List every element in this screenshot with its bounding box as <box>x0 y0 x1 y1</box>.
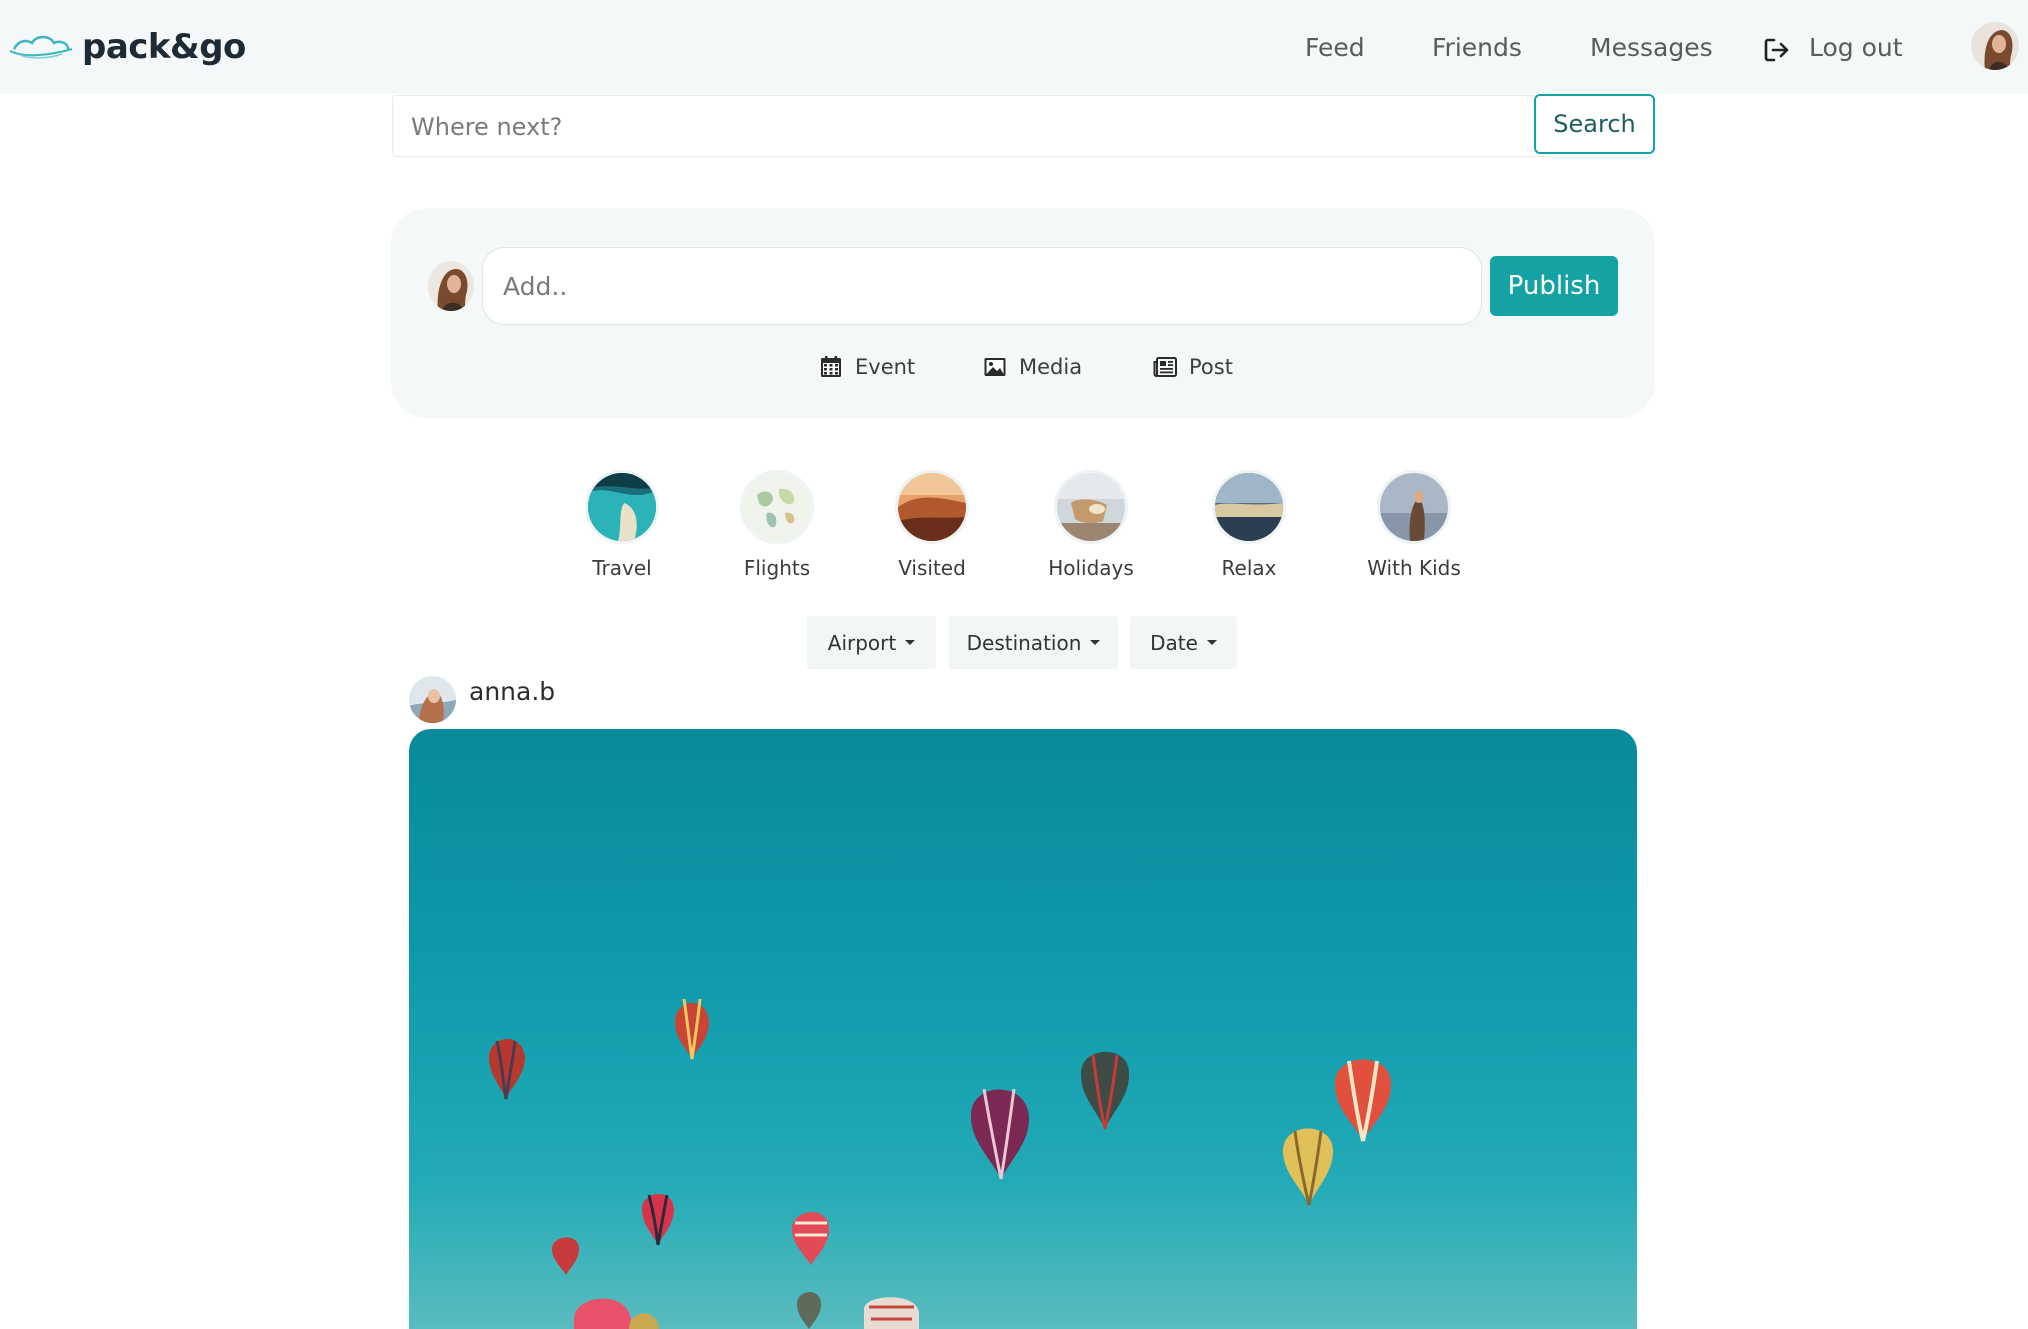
search-input[interactable] <box>393 96 1553 158</box>
balloon <box>642 1193 674 1246</box>
balloon <box>864 1297 919 1329</box>
balloon <box>489 1038 525 1100</box>
image-icon <box>984 358 1006 376</box>
caret-down-icon <box>905 640 916 645</box>
filter-date[interactable]: Date <box>1130 616 1237 669</box>
brand[interactable]: pack&go <box>8 22 246 72</box>
relax-thumbnail-icon <box>1212 470 1286 544</box>
logout-icon[interactable] <box>1763 36 1791 64</box>
avatar-photo-icon <box>428 261 474 311</box>
balloon <box>1080 1051 1130 1130</box>
balloon <box>574 1298 631 1329</box>
category-label: Travel <box>592 556 652 580</box>
category-flights[interactable]: Flights <box>707 470 847 580</box>
user-avatar[interactable] <box>1971 22 2019 70</box>
category-label: Flights <box>743 556 811 580</box>
filter-destination[interactable]: Destination <box>949 616 1118 669</box>
holidays-thumbnail-icon <box>1054 470 1128 544</box>
category-label: Visited <box>898 556 966 580</box>
category-relax[interactable]: Relax <box>1179 470 1319 580</box>
category-travel[interactable]: Travel <box>552 470 692 580</box>
search-button[interactable]: Search <box>1534 94 1655 154</box>
post-action[interactable]: Post <box>1153 350 1233 384</box>
post-username[interactable]: anna.b <box>469 677 555 706</box>
nav-messages[interactable]: Messages <box>1590 33 1713 62</box>
avatar-photo-icon <box>409 676 456 723</box>
balloon <box>970 1088 1029 1180</box>
search-bar <box>392 95 1654 158</box>
event-action[interactable]: Event <box>819 350 915 384</box>
travel-thumbnail-icon <box>585 470 659 544</box>
balloon <box>675 998 709 1060</box>
caret-down-icon <box>1090 640 1101 645</box>
category-label: With Kids <box>1367 556 1461 580</box>
balloon <box>792 1212 829 1265</box>
balloon <box>629 1313 659 1329</box>
composer-input[interactable] <box>482 247 1482 325</box>
nav-logout[interactable]: Log out <box>1809 33 1903 62</box>
media-action[interactable]: Media <box>983 350 1082 384</box>
flights-thumbnail-icon <box>740 470 814 544</box>
category-label: Relax <box>1221 556 1277 580</box>
balloon <box>797 1291 821 1329</box>
newspaper-icon <box>1153 357 1177 378</box>
top-navbar: pack&go Feed Friends Messages Log out <box>0 0 2028 94</box>
post-photo[interactable] <box>409 729 1637 1329</box>
cloud-swirl-logo-icon <box>9 35 73 59</box>
balloon <box>1334 1059 1392 1142</box>
filter-label: Airport <box>827 630 897 655</box>
post-label: Post <box>1189 355 1233 379</box>
publish-button[interactable]: Publish <box>1490 256 1618 316</box>
balloon <box>552 1237 579 1275</box>
filter-airport[interactable]: Airport <box>807 616 936 669</box>
hot-air-balloons-icon <box>489 998 1392 1329</box>
post-author-avatar[interactable] <box>409 676 456 723</box>
filter-label: Destination <box>966 630 1082 655</box>
balloon <box>1283 1128 1333 1206</box>
event-label: Event <box>855 355 916 379</box>
with-kids-thumbnail-icon <box>1377 470 1451 544</box>
calendar-icon <box>821 356 841 377</box>
category-holidays[interactable]: Holidays <box>1021 470 1161 580</box>
category-visited[interactable]: Visited <box>862 470 1002 580</box>
nav-feed[interactable]: Feed <box>1305 33 1365 62</box>
nav-friends[interactable]: Friends <box>1432 33 1522 62</box>
visited-thumbnail-icon <box>895 470 969 544</box>
avatar-photo-icon <box>1971 22 2019 70</box>
filter-label: Date <box>1150 630 1198 655</box>
brand-name: pack&go <box>82 27 246 67</box>
caret-down-icon <box>1206 640 1217 645</box>
category-label: Holidays <box>1048 556 1134 580</box>
media-label: Media <box>1019 355 1083 379</box>
composer-avatar <box>428 261 474 311</box>
category-with-kids[interactable]: With Kids <box>1344 470 1484 580</box>
